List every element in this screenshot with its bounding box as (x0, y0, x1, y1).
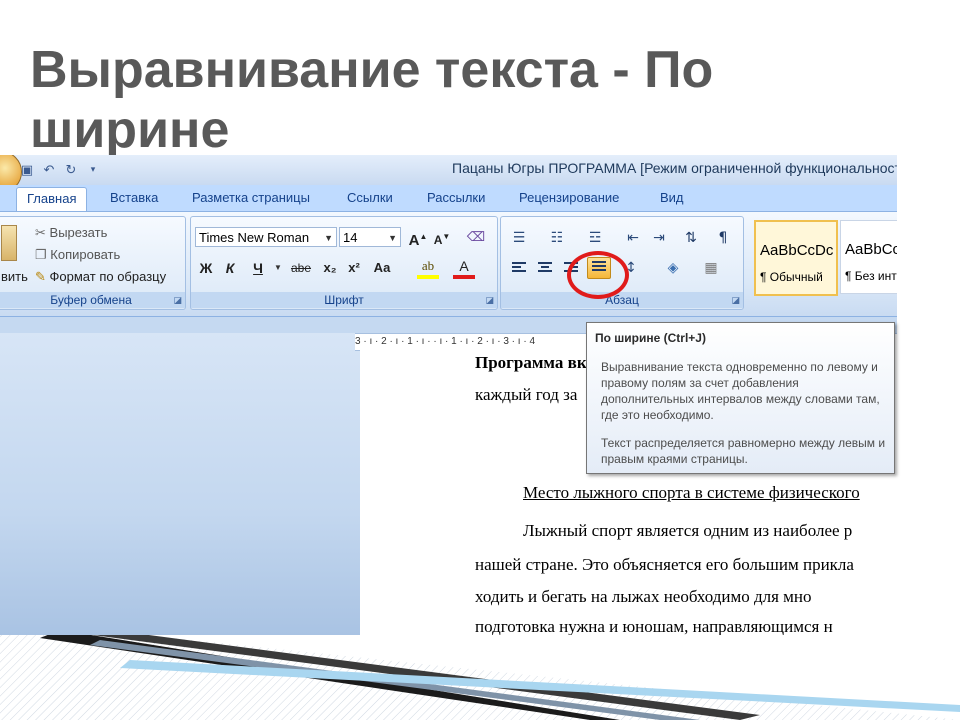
numbering-icon[interactable]: ☷ (545, 227, 569, 249)
align-left-icon (512, 262, 526, 274)
borders-icon[interactable]: ▦ (699, 257, 723, 279)
strikethrough-button[interactable]: abe (287, 257, 315, 279)
justify-tooltip: По ширине (Ctrl+J) Выравнивание текста о… (586, 322, 895, 474)
doc-heading: Место лыжного спорта в системе физическо… (523, 483, 860, 502)
paste-icon[interactable] (1, 225, 17, 261)
multilevel-list-icon[interactable]: ☲ (583, 227, 607, 249)
doc-para-3: ходить и бегать на лыжах необходимо для … (475, 587, 812, 606)
quick-access-toolbar: ▣ ↶ ↻ ▾ (18, 161, 102, 179)
ribbon-tabs: Главная Вставка Разметка страницы Ссылки… (0, 185, 897, 212)
tooltip-body-1: Выравнивание текста одновременно по лево… (601, 360, 880, 422)
doc-para-4: подготовка нужна и юношам, направляющимс… (475, 617, 833, 635)
doc-line-2: каждый год за (475, 385, 578, 404)
style-normal-preview: AaBbCcDc (760, 242, 834, 259)
style-no-spacing-preview: AaBbCc (845, 241, 897, 258)
style-normal-name: ¶ Обычный (760, 270, 823, 284)
pilcrow-icon[interactable]: ¶ (711, 227, 735, 249)
title-bar: ▣ ↶ ↻ ▾ Пацаны Югры ПРОГРАММА [Режим огр… (0, 155, 897, 193)
tab-references[interactable]: Ссылки (347, 190, 393, 205)
brush-icon: ✎ (35, 269, 46, 284)
paragraph-group-label: Абзац (501, 292, 743, 308)
dialog-launcher-icon[interactable]: ◪ (731, 296, 740, 306)
sort-icon[interactable]: ⇅ (679, 227, 703, 249)
font-color-icon[interactable]: A (453, 257, 475, 279)
highlight-icon[interactable]: ab (417, 257, 439, 279)
cut-label: Вырезать (49, 225, 108, 240)
tab-review[interactable]: Рецензирование (519, 190, 619, 205)
paste-button[interactable]: вить (1, 269, 28, 284)
format-painter-label: Формат по образцу (49, 269, 167, 284)
clipboard-group-label: Буфер обмена (0, 292, 185, 308)
chevron-down-icon: ▼ (324, 233, 333, 243)
copy-button[interactable]: ❐ Копировать (35, 247, 120, 263)
cut-button[interactable]: ✂ Вырезать (35, 225, 107, 241)
dialog-launcher-icon[interactable]: ◪ (485, 296, 494, 306)
subscript-button[interactable]: x₂ (319, 257, 341, 279)
font-name-value: Times New Roman (199, 230, 310, 245)
shrink-font-button[interactable]: A▼ (431, 226, 453, 248)
align-center-icon (538, 262, 552, 274)
style-no-spacing[interactable]: AaBbCc ¶ Без инте (840, 220, 897, 294)
tab-home[interactable]: Главная (16, 187, 88, 211)
bold-button[interactable]: Ж (195, 257, 217, 279)
doc-para-2: нашей стране. Это объясняется его больши… (475, 555, 854, 574)
align-center-button[interactable] (533, 257, 557, 279)
bullets-icon[interactable]: ☰ (507, 227, 531, 249)
doc-line-1: Программа вк (475, 353, 587, 372)
chevron-down-icon: ▼ (388, 233, 397, 243)
underline-dropdown-icon[interactable]: ▼ (267, 257, 289, 279)
change-case-button[interactable]: Аа (371, 257, 393, 279)
annotation-circle (567, 251, 629, 299)
tooltip-body-2: Текст распределяется равномерно между ле… (601, 436, 886, 466)
slide-title-line2: ширине (30, 101, 230, 159)
tab-mailings[interactable]: Рассылки (427, 190, 485, 205)
customize-qat-icon[interactable]: ▾ (84, 165, 102, 175)
format-painter-button[interactable]: ✎ Формат по образцу (35, 269, 166, 285)
document-left-margin (0, 333, 360, 635)
superscript-button[interactable]: x² (343, 257, 365, 279)
tab-view[interactable]: Вид (660, 190, 684, 205)
ribbon: вить ✂ Вырезать ❐ Копировать ✎ Формат по… (0, 212, 897, 317)
slide-title-line1: Выравнивание текста - По (30, 41, 714, 99)
font-group: Times New Roman ▼ 14 ▼ A▲ A▼ ⌫ Ж К Ч ▼ a… (190, 216, 498, 310)
redo-icon[interactable]: ↻ (62, 163, 80, 178)
tab-insert[interactable]: Вставка (110, 190, 158, 205)
increase-indent-icon[interactable]: ⇥ (647, 227, 671, 249)
ruler-ticks: 3 · ı · 2 · ı · 1 · ı · · ı · 1 · ı · 2 … (355, 336, 536, 347)
undo-icon[interactable]: ↶ (40, 163, 58, 178)
copy-label: Копировать (50, 247, 121, 262)
window-title: Пацаны Югры ПРОГРАММА [Режим ограниченно… (452, 160, 897, 176)
font-name-combo[interactable]: Times New Roman ▼ (195, 227, 337, 247)
style-normal[interactable]: AaBbCcDc ¶ Обычный (754, 220, 838, 296)
shading-icon[interactable]: ◈ (661, 257, 685, 279)
italic-button[interactable]: К (219, 257, 241, 279)
slide-title: Выравнивание текста - По ширине (30, 40, 930, 160)
doc-para-1: Лыжный спорт является одним из наиболее … (523, 521, 853, 540)
underline-button[interactable]: Ч (247, 257, 269, 279)
grow-font-button[interactable]: A▲ (407, 226, 429, 249)
clear-formatting-icon[interactable]: ⌫ (465, 226, 487, 248)
tooltip-title: По ширине (Ctrl+J) (595, 331, 706, 345)
decrease-indent-icon[interactable]: ⇤ (621, 227, 645, 249)
font-size-combo[interactable]: 14 ▼ (339, 227, 401, 247)
copy-icon: ❐ (35, 247, 47, 262)
font-size-value: 14 (343, 230, 358, 245)
dialog-launcher-icon[interactable]: ◪ (173, 296, 182, 306)
clipboard-group: вить ✂ Вырезать ❐ Копировать ✎ Формат по… (0, 216, 186, 310)
style-no-spacing-name: ¶ Без инте (845, 269, 897, 283)
save-icon[interactable]: ▣ (18, 163, 36, 178)
scissors-icon: ✂ (35, 225, 46, 240)
font-group-label: Шрифт (191, 292, 497, 308)
align-left-button[interactable] (507, 257, 531, 279)
tab-page-layout[interactable]: Разметка страницы (192, 190, 310, 205)
